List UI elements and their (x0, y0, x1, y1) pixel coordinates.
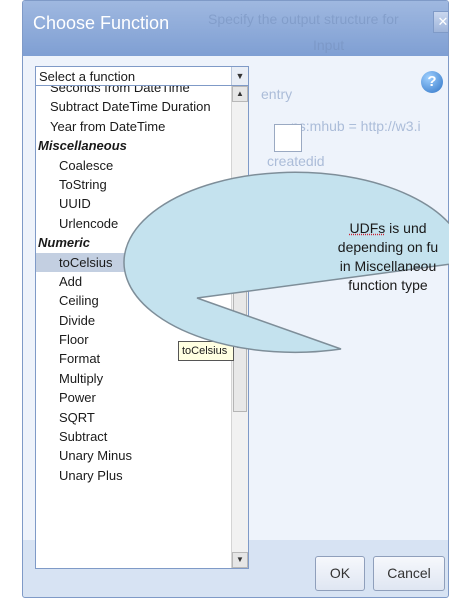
list-item[interactable]: Coalesce (36, 156, 232, 175)
list-item[interactable]: Subtract DateTime Duration (36, 97, 232, 116)
function-list-items: Seconds from DateTime Subtract DateTime D… (36, 86, 232, 485)
list-item[interactable]: Divide (36, 311, 232, 330)
help-glyph: ? (427, 73, 437, 90)
list-item[interactable]: UUID (36, 194, 232, 213)
background-input-text: Input (313, 37, 345, 53)
dialog-title: Choose Function (33, 13, 170, 33)
list-item[interactable]: Unary Plus (36, 466, 232, 485)
cancel-button[interactable]: Cancel (373, 556, 445, 591)
list-item[interactable]: Urlencode (36, 214, 232, 233)
list-item[interactable]: Seconds from DateTime (36, 86, 232, 97)
background-header-text: Specify the output structure for (208, 11, 399, 27)
list-item[interactable]: toCelsius (36, 252, 232, 272)
background-objectype-text: objectype (267, 189, 327, 205)
list-item[interactable]: Year from DateTime (36, 117, 232, 136)
scroll-up-button[interactable]: ▲ (232, 86, 248, 102)
close-button[interactable]: ✕ (433, 11, 449, 33)
list-item[interactable]: Subtract (36, 427, 232, 446)
background-object-text: object (267, 222, 305, 238)
list-item[interactable]: Ceiling (36, 291, 232, 310)
list-scrollbar[interactable]: ▲ ▼ (231, 86, 248, 568)
scrollbar-grip-icon (237, 340, 243, 348)
list-group-header: Numeric (38, 235, 91, 251)
function-list[interactable]: Seconds from DateTime Subtract DateTime D… (35, 85, 249, 569)
list-item[interactable]: Power (36, 388, 232, 407)
chevron-down-icon[interactable]: ▼ (231, 67, 248, 85)
list-item[interactable]: Multiply (36, 369, 232, 388)
scrollbar-thumb[interactable] (233, 276, 247, 412)
background-ns-text: ns:mhub = http://w3.i (291, 118, 421, 134)
function-select-value: Select a function (39, 69, 136, 84)
scroll-down-button[interactable]: ▼ (232, 552, 248, 568)
title-bar: Choose Function Specify the output struc… (23, 1, 448, 56)
list-group-header: Miscellaneous (38, 138, 127, 154)
ok-button[interactable]: OK (315, 556, 365, 591)
function-select[interactable]: Select a function ▼ (35, 66, 249, 86)
item-tooltip: toCelsius (178, 341, 234, 361)
close-icon: ✕ (437, 14, 449, 29)
list-item[interactable]: Add (36, 272, 232, 291)
background-createdid-text: createdid (267, 153, 325, 169)
list-item[interactable]: SQRT (36, 408, 232, 427)
background-entry-text: entry (261, 86, 293, 102)
list-item[interactable]: Unary Minus (36, 446, 232, 465)
panel-text-field[interactable] (274, 124, 302, 152)
help-icon[interactable]: ? (421, 71, 443, 93)
list-item[interactable]: ToString (36, 175, 232, 194)
